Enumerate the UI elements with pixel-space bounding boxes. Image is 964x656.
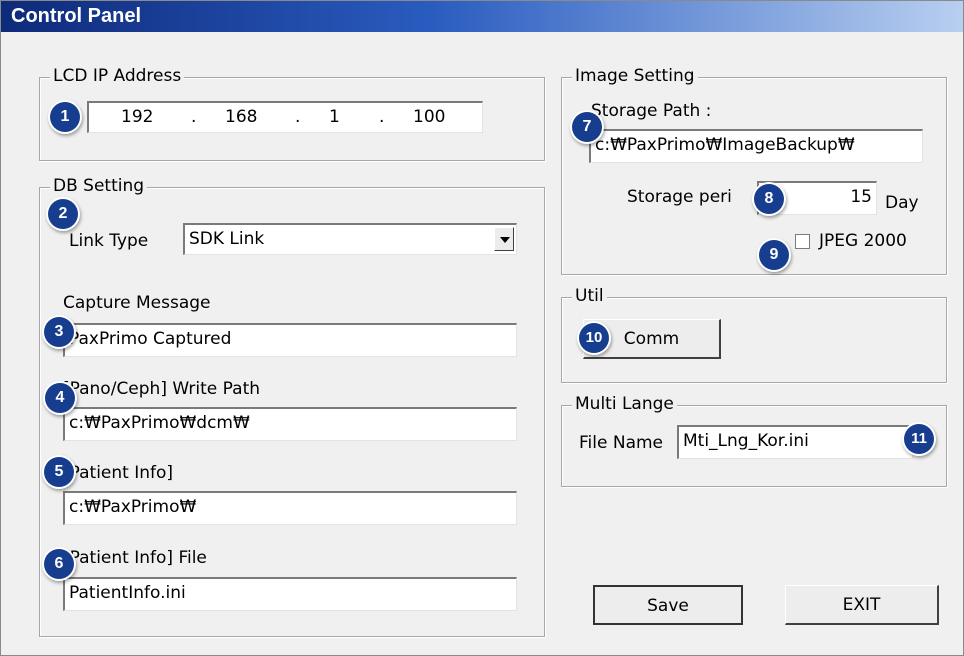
chevron-down-icon[interactable] [494, 227, 514, 251]
callout-badge-6: 6 [44, 549, 74, 579]
write-path-value: c:₩PaxPrimo₩dcm₩ [69, 413, 250, 433]
callout-badge-10: 10 [579, 323, 609, 353]
patient-info-label: [Patient Info] [63, 463, 174, 483]
file-name-value: Mti_Lng_Kor.ini [683, 431, 809, 451]
callout-badge-2: 2 [48, 199, 78, 229]
ip-octet-3: 1 [329, 107, 340, 127]
comm-button-label: Comm [623, 329, 680, 349]
file-name-label: File Name [579, 433, 664, 453]
storage-path-value: c:₩PaxPrimo₩ImageBackup₩ [595, 135, 855, 155]
exit-button[interactable]: EXIT [785, 585, 939, 625]
storage-period-label: Storage peri [627, 187, 732, 207]
storage-period-value: 15 [850, 187, 872, 207]
link-type-select[interactable]: SDK Link [183, 223, 517, 255]
callout-badge-8: 8 [754, 184, 784, 214]
patient-info-value: c:₩PaxPrimo₩ [69, 497, 197, 517]
window-title: Control Panel [11, 5, 142, 27]
callout-badge-4: 4 [45, 383, 75, 413]
image-setting-legend: Image Setting [572, 66, 698, 86]
lcd-ip-legend: LCD IP Address [50, 66, 185, 86]
multi-lang-legend: Multi Lange [572, 394, 677, 414]
ip-octet-1: 192 [121, 107, 154, 127]
callout-badge-11: 11 [904, 424, 934, 454]
jpeg2000-checkbox[interactable] [795, 234, 810, 249]
patient-info-input[interactable]: c:₩PaxPrimo₩ [63, 491, 517, 525]
callout-badge-3: 3 [44, 317, 74, 347]
db-setting-legend: DB Setting [50, 176, 148, 196]
ip-dot-1: . [191, 107, 197, 127]
write-path-input[interactable]: c:₩PaxPrimo₩dcm₩ [63, 407, 517, 441]
ip-dot-3: . [379, 107, 385, 127]
callout-badge-1: 1 [50, 102, 80, 132]
ip-octet-4: 100 [413, 107, 446, 127]
patient-info-file-label: [Patient Info] File [63, 548, 207, 568]
callout-badge-9: 9 [759, 240, 789, 270]
write-path-label: [Pano/Ceph] Write Path [63, 379, 261, 399]
patient-info-file-value: PatientInfo.ini [69, 583, 186, 603]
patient-info-file-input[interactable]: PatientInfo.ini [63, 577, 517, 611]
file-name-input[interactable]: Mti_Lng_Kor.ini [677, 425, 913, 459]
save-button[interactable]: Save [593, 585, 743, 625]
capture-message-input[interactable]: PaxPrimo Captured [63, 323, 517, 357]
storage-path-label: Storage Path : [591, 101, 712, 121]
util-legend: Util [572, 286, 607, 306]
storage-period-unit: Day [885, 193, 919, 213]
callout-badge-5: 5 [44, 457, 74, 487]
storage-path-input[interactable]: c:₩PaxPrimo₩ImageBackup₩ [589, 129, 923, 163]
control-panel-window: Control Panel LCD IP Address 192 . 168 .… [0, 0, 964, 656]
ip-address-input[interactable]: 192 . 168 . 1 . 100 [87, 101, 483, 133]
callout-badge-7: 7 [572, 112, 602, 142]
save-button-label: Save [647, 596, 689, 616]
exit-button-label: EXIT [842, 595, 881, 615]
ip-dot-2: . [295, 107, 301, 127]
jpeg2000-label: JPEG 2000 [819, 231, 907, 251]
title-bar[interactable]: Control Panel [1, 1, 963, 32]
link-type-label: Link Type [69, 231, 149, 251]
capture-message-label: Capture Message [63, 293, 211, 313]
capture-message-value: PaxPrimo Captured [69, 329, 232, 349]
link-type-value: SDK Link [189, 229, 265, 249]
ip-octet-2: 168 [225, 107, 258, 127]
